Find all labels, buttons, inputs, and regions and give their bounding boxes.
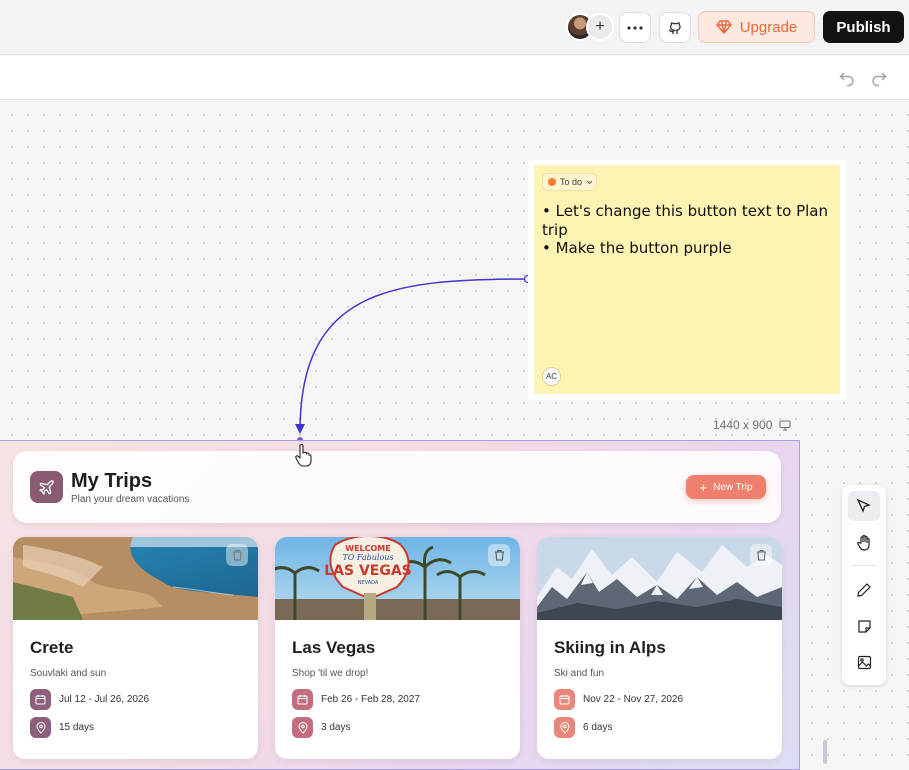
note-line: • Let's change this button text to Plan …	[542, 202, 828, 239]
page-title: My Trips	[71, 470, 153, 492]
app-preview-frame[interactable]: My Trips Plan your dream vacations + New…	[0, 440, 800, 770]
pencil-icon	[857, 583, 871, 597]
toolbar-divider	[852, 565, 876, 566]
trash-icon	[756, 549, 766, 561]
sign-line-4: NEVADA	[358, 580, 379, 586]
trip-duration: 3 days	[292, 717, 350, 738]
trip-dates-text: Nov 22 - Nov 27, 2026	[583, 694, 684, 705]
hand-pointer-cursor-icon	[295, 444, 312, 467]
trip-dates: Feb 26 - Feb 28, 2027	[292, 689, 420, 710]
sign-line-2: TO Fabulous	[342, 553, 393, 562]
sign-line-1: WELCOME	[345, 544, 390, 553]
trip-card[interactable]: Skiing in Alps Ski and fun Nov 22 - Nov …	[537, 537, 782, 759]
status-label: To do	[560, 177, 583, 187]
frame-size-text: 1440 x 900	[713, 418, 773, 432]
sign-line-3: LAS VEGAS	[324, 563, 412, 579]
delete-trip-button[interactable]	[750, 544, 772, 566]
image-tool[interactable]	[848, 647, 880, 677]
canvas-tools	[842, 485, 886, 685]
delete-trip-button[interactable]	[226, 544, 248, 566]
frame-size-label[interactable]: 1440 x 900	[713, 418, 791, 432]
trip-dates: Nov 22 - Nov 27, 2026	[554, 689, 683, 710]
sticky-note[interactable]	[534, 165, 840, 394]
new-trip-label: New Trip	[713, 481, 753, 493]
note-line: • Make the button purple	[542, 239, 732, 257]
monitor-icon	[779, 420, 791, 430]
pointer-icon	[856, 498, 871, 513]
app-header: My Trips Plan your dream vacations + New…	[13, 451, 781, 523]
map-pin-icon	[554, 717, 575, 738]
trip-title: Las Vegas	[292, 638, 376, 657]
trip-card[interactable]: Crete Souvlaki and sun Jul 12 - Jul 26, …	[13, 537, 258, 759]
trip-duration: 15 days	[30, 717, 94, 738]
app-logo	[30, 471, 63, 503]
trip-card[interactable]: WELCOME TO Fabulous LAS VEGAS NEVADA Las…	[275, 537, 520, 759]
image-icon	[857, 655, 871, 669]
author-avatar: AC	[542, 367, 561, 386]
calendar-icon	[30, 689, 51, 710]
trip-image	[13, 537, 258, 620]
trip-title: Skiing in Alps	[554, 638, 666, 657]
trip-image: WELCOME TO Fabulous LAS VEGAS NEVADA	[275, 537, 520, 620]
status-dot-icon	[548, 178, 556, 186]
plane-icon	[39, 479, 54, 495]
trip-duration-text: 6 days	[583, 722, 613, 733]
trip-dates: Jul 12 - Jul 26, 2026	[30, 689, 149, 710]
delete-trip-button[interactable]	[488, 544, 510, 566]
sticky-note-icon	[857, 619, 871, 633]
sticky-note-tool[interactable]	[848, 611, 880, 641]
draw-tool[interactable]	[848, 575, 880, 605]
trip-description: Shop 'til we drop!	[292, 668, 369, 679]
trip-dates-text: Feb 26 - Feb 28, 2027	[321, 694, 420, 705]
pan-tool[interactable]	[848, 527, 880, 557]
author-initials: AC	[545, 372, 558, 381]
trip-image	[537, 537, 782, 620]
chevron-down-icon	[586, 180, 593, 184]
trash-icon	[232, 549, 242, 561]
trip-duration-text: 15 days	[59, 722, 95, 733]
trip-title: Crete	[30, 638, 74, 657]
calendar-icon	[554, 689, 575, 710]
hand-icon	[856, 534, 870, 551]
status-badge[interactable]: To do	[542, 173, 597, 191]
trip-description: Souvlaki and sun	[30, 668, 107, 679]
trip-duration: 6 days	[554, 717, 612, 738]
trip-description: Ski and fun	[554, 668, 605, 679]
trip-dates-text: Jul 12 - Jul 26, 2026	[59, 694, 150, 705]
calendar-icon	[292, 689, 313, 710]
plus-icon: +	[699, 479, 708, 495]
trip-duration-text: 3 days	[321, 722, 351, 733]
page-subtitle: Plan your dream vacations	[71, 494, 190, 505]
trash-icon	[494, 549, 504, 561]
map-pin-icon	[292, 717, 313, 738]
sticky-note-text[interactable]: • Let's change this button text to Plan …	[542, 202, 834, 258]
select-tool[interactable]	[848, 491, 880, 521]
new-trip-button[interactable]: + New Trip	[686, 475, 766, 499]
scroll-indicator[interactable]	[823, 740, 827, 764]
map-pin-icon	[30, 717, 51, 738]
